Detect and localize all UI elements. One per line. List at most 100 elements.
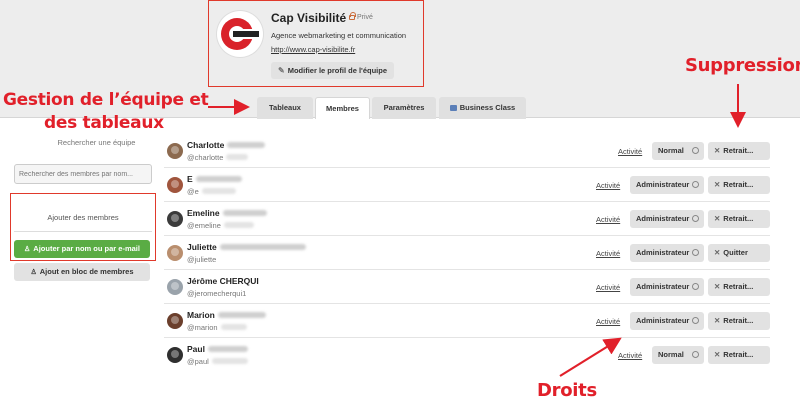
member-username: @emeline [187, 221, 254, 230]
activity-link[interactable]: Activité [596, 283, 620, 292]
member-row: Emeline @emeline Activité Administrateur… [164, 202, 770, 236]
close-icon: ✕ [714, 316, 721, 325]
member-username: @jeromecherqui1 [187, 289, 247, 298]
tab-business-class[interactable]: Business Class [439, 97, 526, 119]
activity-link[interactable]: Activité [596, 317, 620, 326]
bulk-add-label: Ajout en bloc de membres [39, 267, 134, 276]
role-select[interactable]: Administrateur [630, 278, 704, 296]
member-name-text: Juliette [187, 242, 217, 252]
tab-membres[interactable]: Membres [315, 97, 370, 119]
role-select[interactable]: Administrateur [630, 312, 704, 330]
redacted [220, 324, 247, 330]
member-name: Juliette [187, 242, 306, 252]
role-label: Administrateur [636, 180, 690, 189]
redacted [226, 154, 249, 160]
pencil-icon: ✎ [278, 66, 285, 75]
chevron-down-icon [692, 283, 699, 290]
activity-link[interactable]: Activité [596, 249, 620, 258]
remove-member-button[interactable]: ✕ Retrait... [708, 278, 770, 296]
bulk-add-button[interactable]: ♙ Ajout en bloc de membres [14, 263, 150, 281]
remove-member-button[interactable]: ✕ Retrait... [708, 346, 770, 364]
member-username: @juliette [187, 255, 216, 264]
divider [14, 231, 152, 232]
role-select[interactable]: Normal [652, 346, 704, 364]
annotation-gestion-line2: des tableaux [44, 113, 164, 133]
member-name-text: E [187, 174, 193, 184]
member-username: @e [187, 187, 236, 196]
member-row: Paul @paul Activité Normal ✕ Retrait... [164, 338, 770, 372]
role-label: Administrateur [636, 214, 690, 223]
team-url-link[interactable]: http://www.cap-visibilite.fr [271, 45, 355, 54]
annotation-gestion: Gestion de l’équipe et [3, 90, 209, 110]
person-icon: ♙ [30, 269, 37, 276]
member-name-text: Charlotte [187, 140, 225, 150]
team-name: Cap Visibilité [271, 11, 347, 25]
lock-icon [349, 12, 356, 20]
close-icon: ✕ [714, 248, 721, 257]
chevron-down-icon [692, 317, 699, 324]
team-logo [217, 11, 263, 57]
activity-link[interactable]: Activité [618, 147, 642, 156]
remove-label: Retrait... [723, 316, 754, 325]
member-row: Jérôme CHERQUI @jeromecherqui1 Activité … [164, 270, 770, 304]
redacted [219, 244, 306, 250]
avatar [167, 313, 183, 329]
remove-member-button[interactable]: ✕ Retrait... [708, 142, 770, 160]
activity-link[interactable]: Activité [596, 215, 620, 224]
redacted [222, 210, 267, 216]
privacy-label: Privé [349, 12, 373, 21]
role-select[interactable]: Normal [652, 142, 704, 160]
avatar [167, 347, 183, 363]
member-search-input[interactable] [14, 164, 152, 184]
member-name-text: Emeline [187, 208, 220, 218]
member-name-text: Paul [187, 344, 205, 354]
activity-link[interactable]: Activité [596, 181, 620, 190]
avatar [167, 211, 183, 227]
remove-member-button[interactable]: ✕ Retrait... [708, 210, 770, 228]
redacted [207, 346, 248, 352]
leave-team-button[interactable]: ✕ Quitter [708, 244, 770, 262]
member-name-text: Marion [187, 310, 215, 320]
close-icon: ✕ [714, 180, 721, 189]
member-name: Marion [187, 310, 266, 320]
close-icon: ✕ [714, 350, 721, 359]
tab-parametres[interactable]: Paramètres [372, 97, 436, 119]
redacted [211, 358, 248, 364]
avatar [167, 177, 183, 193]
role-select[interactable]: Administrateur [630, 244, 704, 262]
avatar [167, 143, 183, 159]
remove-label: Retrait... [723, 214, 754, 223]
team-profile-card: Cap Visibilité Privé Agence webmarketing… [208, 0, 424, 87]
activity-link[interactable]: Activité [618, 351, 642, 360]
role-label: Administrateur [636, 316, 690, 325]
tab-label: Paramètres [383, 103, 425, 112]
avatar [167, 245, 183, 261]
remove-member-button[interactable]: ✕ Retrait... [708, 176, 770, 194]
tab-tableaux[interactable]: Tableaux [257, 97, 313, 119]
chevron-down-icon [692, 215, 699, 222]
avatar [167, 279, 183, 295]
privacy-text: Privé [357, 14, 373, 21]
close-icon: ✕ [714, 282, 721, 291]
close-icon: ✕ [714, 214, 721, 223]
add-members-title: Ajouter des membres [47, 213, 119, 222]
add-by-name-label: Ajouter par nom ou par e-mail [33, 244, 140, 253]
sidebar-title: Rechercher une équipe [57, 138, 136, 147]
member-row: Marion @marion Activité Administrateur ✕… [164, 304, 770, 338]
role-select[interactable]: Administrateur [630, 176, 704, 194]
member-row: Juliette @juliette Activité Administrate… [164, 236, 770, 270]
redacted [217, 312, 266, 318]
member-username-text: @e [187, 187, 199, 196]
add-by-name-button[interactable]: ♙ Ajouter par nom ou par e-mail [14, 240, 150, 258]
edit-label: Modifier le profil de l'équipe [287, 66, 387, 75]
remove-member-button[interactable]: ✕ Retrait... [708, 312, 770, 330]
edit-team-profile-button[interactable]: ✎ Modifier le profil de l'équipe [271, 62, 394, 79]
member-username-text: @juliette [187, 255, 217, 264]
role-select[interactable]: Administrateur [630, 210, 704, 228]
tab-label: Tableaux [269, 103, 301, 112]
person-icon: ♙ [24, 246, 31, 253]
role-label: Normal [658, 350, 684, 359]
member-name: E [187, 174, 242, 184]
member-username: @charlotte [187, 153, 249, 162]
briefcase-icon [449, 105, 457, 111]
